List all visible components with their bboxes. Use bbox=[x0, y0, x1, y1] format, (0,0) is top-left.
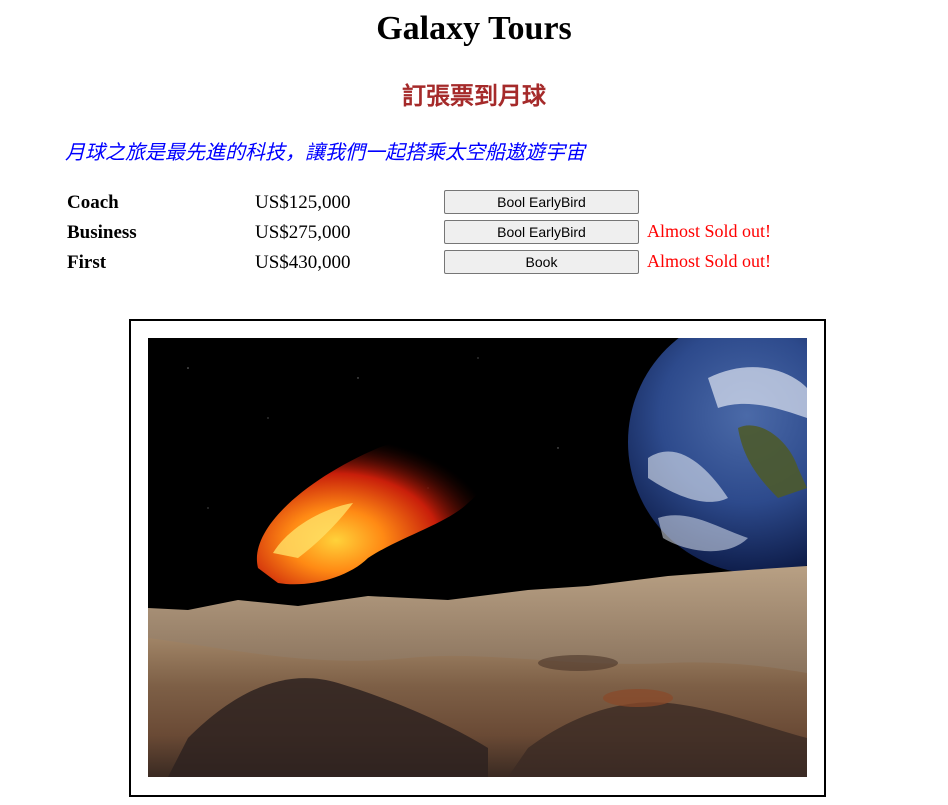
availability-alert: Almost Sold out! bbox=[647, 251, 772, 271]
page-subtitle: 訂張票到月球 bbox=[402, 82, 546, 110]
fare-class-label: First bbox=[67, 252, 107, 273]
moon-landscape-image bbox=[148, 338, 807, 777]
fare-class-label: Coach bbox=[67, 192, 119, 213]
fare-row-coach: Coach US$125,000 Bool EarlyBird bbox=[67, 189, 867, 219]
fare-price: US$125,000 bbox=[255, 192, 351, 213]
fare-row-business: Business US$275,000 Bool EarlyBird Almos… bbox=[67, 219, 867, 249]
moon-photo-frame bbox=[129, 319, 826, 797]
availability-alert: Almost Sold out! bbox=[647, 221, 772, 241]
page-title: Galaxy Tours bbox=[376, 10, 572, 47]
book-business-button[interactable]: Bool EarlyBird bbox=[444, 220, 639, 244]
book-first-button[interactable]: Book bbox=[444, 250, 639, 274]
fare-table: Coach US$125,000 Bool EarlyBird Business… bbox=[67, 189, 867, 279]
fare-row-first: First US$430,000 Book Almost Sold out! bbox=[67, 249, 867, 279]
fare-class-label: Business bbox=[67, 222, 137, 243]
fare-price: US$430,000 bbox=[255, 252, 351, 273]
tagline: 月球之旅是最先進的科技，讓我們一起搭乘太空船遨遊宇宙 bbox=[65, 140, 585, 164]
book-coach-button[interactable]: Bool EarlyBird bbox=[444, 190, 639, 214]
fare-price: US$275,000 bbox=[255, 222, 351, 243]
